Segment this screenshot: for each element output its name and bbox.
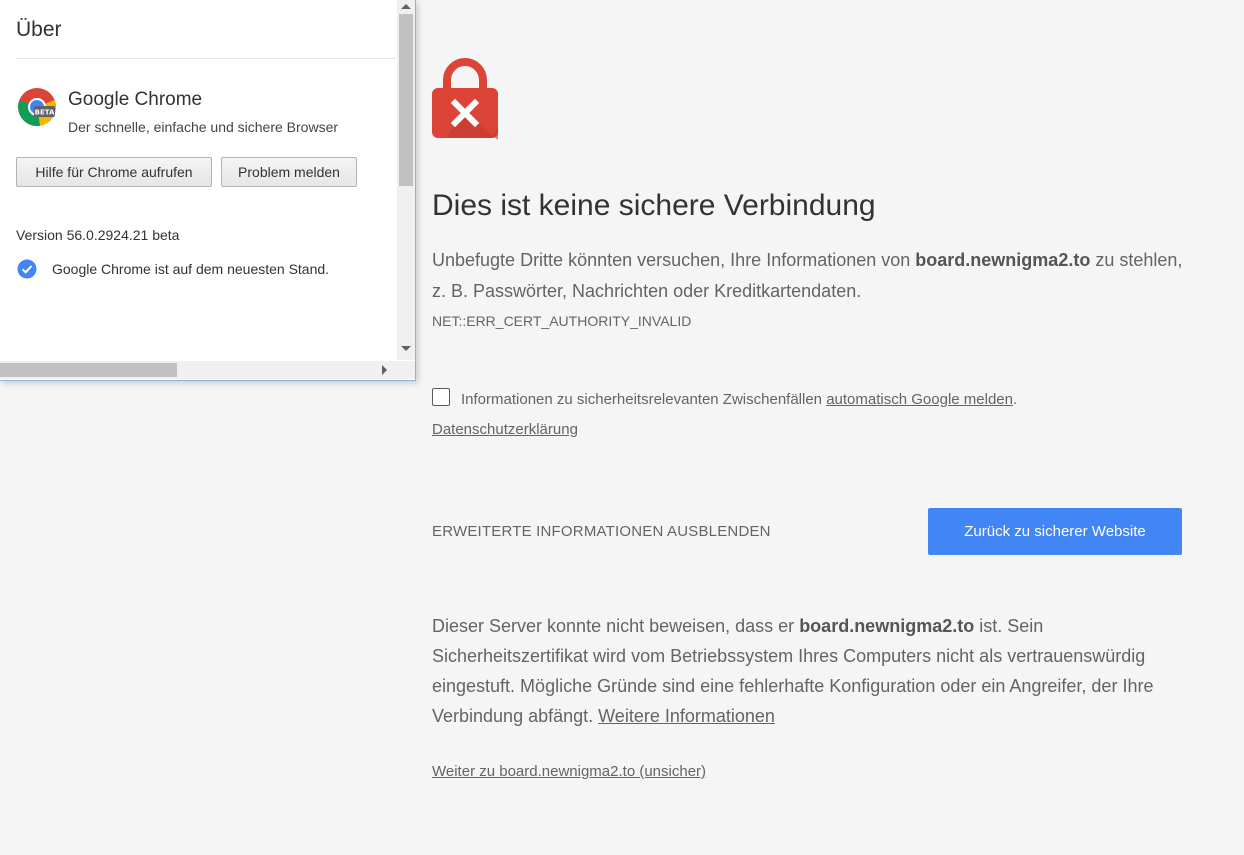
horizontal-scrollbar[interactable] <box>0 361 397 379</box>
product-name: Google Chrome <box>68 89 203 110</box>
beta-badge: BETA <box>35 109 55 117</box>
error-code[interactable]: NET::ERR_CERT_AUTHORITY_INVALID <box>432 313 691 329</box>
version-label: Version 56.0.2924.21 beta <box>16 227 180 243</box>
hide-advanced-button[interactable]: ERWEITERTE INFORMATIONEN AUSBLENDEN <box>432 523 771 540</box>
vertical-scrollbar[interactable] <box>397 0 415 360</box>
broken-lock-icon <box>432 58 498 140</box>
report-issue-button[interactable]: Problem melden <box>221 157 357 187</box>
report-checkbox[interactable] <box>432 388 450 406</box>
divider <box>16 58 395 59</box>
privacy-policy-link[interactable]: Datenschutzerklärung <box>432 421 578 438</box>
scroll-up-arrow-icon[interactable] <box>401 4 411 9</box>
host-name: board.newnigma2.to <box>915 250 1091 270</box>
proceed-unsafe-link[interactable]: Weiter zu board.newnigma2.to (unsicher) <box>432 763 706 780</box>
learn-more-link[interactable]: Weitere Informationen <box>598 706 775 726</box>
main-heading: Dies ist keine sichere Verbindung <box>432 189 876 222</box>
back-to-safety-button[interactable]: Zurück zu sicherer Website <box>928 508 1182 555</box>
scroll-right-arrow-icon[interactable] <box>382 365 387 375</box>
scrollbar-thumb[interactable] <box>0 363 177 377</box>
help-button[interactable]: Hilfe für Chrome aufrufen <box>16 157 212 187</box>
product-tagline: Der schnelle, einfache und sichere Brows… <box>68 119 339 135</box>
explanation-text: Unbefugte Dritte könnten versuchen, Ihre… <box>432 250 1183 301</box>
dialog-title: Über <box>16 18 62 41</box>
chrome-beta-logo-icon: BETA <box>18 88 56 127</box>
privacy-policy: Datenschutzerklärung <box>432 421 578 438</box>
scrollbar-thumb[interactable] <box>399 14 413 186</box>
report-google-link[interactable]: automatisch Google melden <box>826 391 1013 408</box>
host-name: board.newnigma2.to <box>799 616 975 636</box>
scroll-down-arrow-icon[interactable] <box>401 346 411 351</box>
update-status: Google Chrome ist auf dem neuesten Stand… <box>52 261 330 277</box>
report-label: Informationen zu sicherheitsrelevanten Z… <box>461 391 1018 408</box>
advanced-details-text: Dieser Server konnte nicht beweisen, das… <box>432 616 1154 726</box>
checkmark-circle-icon <box>17 259 37 279</box>
about-chrome-dialog: Über BETA Google Chrome Der schnelle, ei… <box>0 0 416 381</box>
scrollbar-corner <box>397 361 415 379</box>
